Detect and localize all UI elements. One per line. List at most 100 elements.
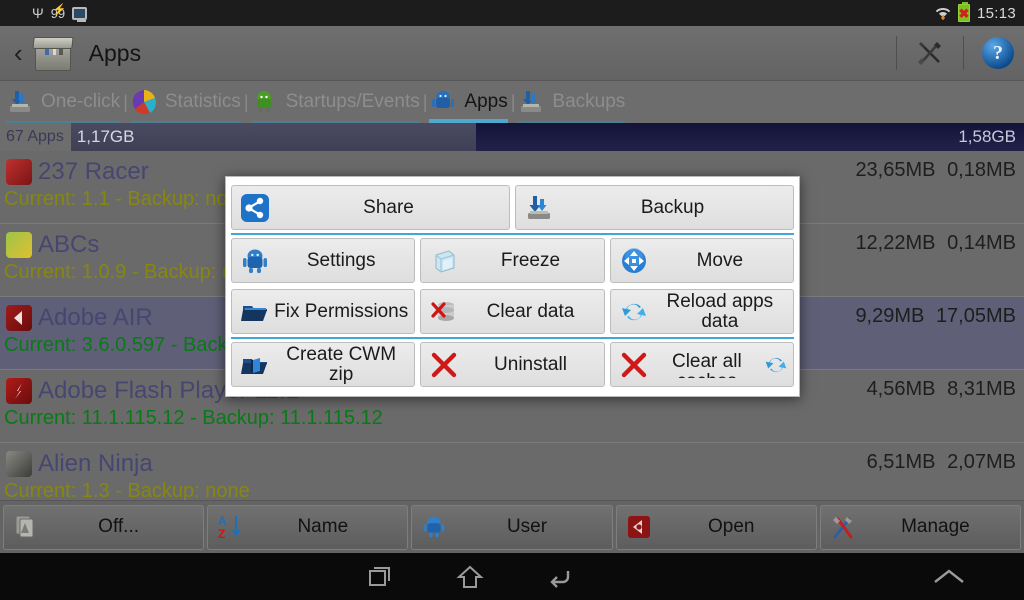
tab-bar: One-click | Statistics | xyxy=(0,81,1024,123)
sort-button[interactable]: A Z Name xyxy=(207,505,408,550)
uninstall-button[interactable]: Uninstall xyxy=(420,342,604,387)
tab-startups-events[interactable]: Startups/Events xyxy=(251,81,420,123)
move-button[interactable]: Move xyxy=(610,238,794,283)
recents-button[interactable] xyxy=(335,564,425,590)
clear-all-caches-button[interactable]: Clear all caches xyxy=(610,342,794,387)
app-actions-dialog: Share Backup xyxy=(225,176,800,397)
tab-separator: | xyxy=(241,92,251,113)
app-size-data: 17,05MB xyxy=(936,305,1016,327)
recents-icon xyxy=(367,564,393,590)
green-android-icon xyxy=(251,88,279,116)
tab-label: Statistics xyxy=(165,91,241,113)
button-label: Backup xyxy=(556,198,789,218)
share-button[interactable]: Share xyxy=(231,185,510,230)
button-label: Settings xyxy=(272,251,410,271)
back-icon xyxy=(546,564,574,590)
freeze-button[interactable]: Freeze xyxy=(420,238,604,283)
open-button[interactable]: Open xyxy=(616,505,817,550)
app-icon xyxy=(6,159,32,185)
ice-cube-icon xyxy=(429,246,459,276)
tab-apps[interactable]: Apps xyxy=(429,81,507,123)
button-label: Uninstall xyxy=(461,355,599,375)
clock-label: 15:13 xyxy=(977,5,1016,22)
tab-one-click[interactable]: One-click xyxy=(6,81,120,123)
app-sizes: 12,22MB 0,14MB xyxy=(855,232,1016,255)
user-filter-button[interactable]: User xyxy=(411,505,612,550)
button-label: Off... xyxy=(40,516,203,538)
back-button[interactable] xyxy=(515,564,605,590)
app-size-data: 8,31MB xyxy=(947,378,1016,400)
tab-label: Backups xyxy=(552,91,625,113)
app-size-apk: 9,29MB xyxy=(855,305,924,327)
button-label: Manage xyxy=(857,516,1020,538)
usb-icon: Ψ xyxy=(32,5,44,21)
move-arrows-icon xyxy=(619,246,649,276)
blue-android-icon xyxy=(429,88,457,116)
dialog-row: Settings Freeze xyxy=(231,233,794,286)
app-size-apk: 12,22MB xyxy=(855,232,935,254)
expand-button[interactable] xyxy=(904,567,994,587)
tab-statistics[interactable]: Statistics xyxy=(130,81,241,123)
table-row[interactable]: Alien Ninja 6,51MB 2,07MB Current: 1.3 -… xyxy=(0,443,1024,500)
bottom-toolbar: Off... A Z Name xyxy=(0,500,1024,553)
backup-arrow-icon xyxy=(524,193,554,223)
dialog-row: Fix Permissions Clear data xyxy=(231,286,794,337)
home-button[interactable] xyxy=(425,564,515,590)
tools-icon xyxy=(829,513,857,541)
android-screen: Ψ ⚡ 99 ✖ 15:13 ‹ xyxy=(0,0,1024,600)
app-size-data: 2,07MB xyxy=(947,451,1016,473)
tab-backups[interactable]: Backups xyxy=(517,81,625,123)
back-button[interactable]: ‹ xyxy=(10,40,31,66)
refresh-icon xyxy=(763,352,789,378)
app-icon xyxy=(6,232,32,258)
backup-arrow-icon xyxy=(517,88,545,116)
charging-count-icon: ⚡ 99 xyxy=(51,6,65,21)
tab-separator: | xyxy=(508,92,518,113)
tab-separator: | xyxy=(120,92,130,113)
help-icon[interactable]: ? xyxy=(982,37,1014,69)
button-label: Name xyxy=(244,516,407,538)
svg-text:Z: Z xyxy=(218,527,225,541)
button-label: Reload apps data xyxy=(651,292,789,332)
storage-bar: 67 Apps 1,17GB 1,58GB xyxy=(0,123,1024,151)
page-title: Apps xyxy=(89,40,141,67)
app-icon xyxy=(6,305,32,331)
button-label: Move xyxy=(651,251,789,271)
tools-icon[interactable] xyxy=(915,38,945,68)
app-sizes: 23,65MB 0,18MB xyxy=(855,159,1016,182)
create-cwm-zip-button[interactable]: Create CWM zip xyxy=(231,342,415,387)
app-name: Alien Ninja xyxy=(38,450,153,478)
folder-book-icon xyxy=(240,350,270,380)
tab-separator: | xyxy=(420,92,430,113)
button-label: Freeze xyxy=(461,251,599,271)
app-size-apk: 23,65MB xyxy=(855,159,935,181)
button-label: Fix Permissions xyxy=(272,302,410,322)
battery-x-glyph: ✖ xyxy=(959,5,969,21)
adobe-air-icon xyxy=(625,513,653,541)
fix-permissions-button[interactable]: Fix Permissions xyxy=(231,289,415,334)
manage-button[interactable]: Manage xyxy=(820,505,1021,550)
storage-used-label: 1,17GB xyxy=(77,127,135,147)
status-bar-right: ✖ 15:13 xyxy=(935,4,1016,22)
monitor-icon xyxy=(72,7,87,20)
app-size-apk: 4,56MB xyxy=(867,378,936,400)
wifi-icon xyxy=(935,6,951,20)
backup-button[interactable]: Backup xyxy=(515,185,794,230)
filter-button[interactable]: Off... xyxy=(3,505,204,550)
button-label: Clear data xyxy=(461,302,599,322)
status-bar: Ψ ⚡ 99 ✖ 15:13 xyxy=(0,0,1024,26)
filter-icon xyxy=(12,513,40,541)
battery-error-icon: ✖ xyxy=(958,4,970,22)
reload-apps-data-button[interactable]: Reload apps data xyxy=(610,289,794,334)
dialog-row: Share Backup xyxy=(231,182,794,233)
status-bar-left: Ψ ⚡ 99 xyxy=(8,5,87,21)
navigation-bar xyxy=(0,553,1024,600)
clear-data-button[interactable]: Clear data xyxy=(420,289,604,334)
blue-android-icon xyxy=(240,246,270,276)
action-bar: ‹ Apps ? xyxy=(0,26,1024,81)
app-version-detail: Current: 11.1.115.12 - Backup: 11.1.115.… xyxy=(0,408,1024,428)
app-name: 237 Racer xyxy=(38,158,149,186)
app-name: ABCs xyxy=(38,231,99,259)
button-label: User xyxy=(448,516,611,538)
settings-button[interactable]: Settings xyxy=(231,238,415,283)
